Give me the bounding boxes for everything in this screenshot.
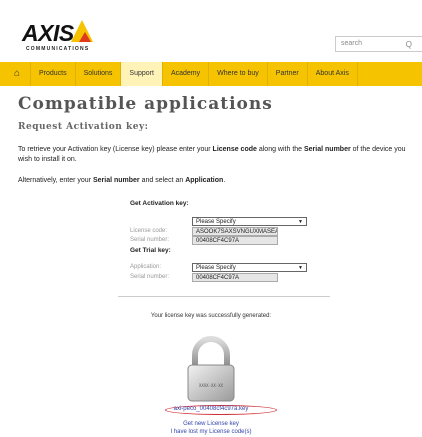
key-file-link[interactable]: axi-peco_00408cf4c97a.key [0,406,422,412]
application-label: Application: [130,264,162,270]
chevron-down-icon: ▼ [298,219,303,225]
para1-text-c: along with the [256,146,304,153]
nav-item-partner[interactable]: Partner [268,62,308,86]
header: AXIS COMMUNICATIONS search Q [0,0,422,64]
activation-heading: Get Activation key: [130,200,189,207]
nav-item-about-axis[interactable]: About Axis [308,62,358,86]
nav-item-solutions[interactable]: Solutions [76,62,122,86]
search-input[interactable]: search Q [335,36,422,52]
page-subtitle: Request Activation key: [18,122,149,132]
activation-select-value: Please Specify [196,219,236,225]
para1-text-a: To retrieve your Activation key (License… [18,146,213,153]
home-icon[interactable]: ⌂ [0,62,31,86]
success-message: Your license key was successfully genera… [150,313,272,319]
nav-item-products[interactable]: Products [31,62,76,86]
serial-number-field[interactable]: 00408CF4C97A [192,236,278,245]
logo-subtitle: COMMUNICATIONS [26,46,90,52]
main-nav: ⌂ Products Solutions Support Academy Whe… [0,62,422,86]
nav-item-academy[interactable]: Academy [163,62,210,86]
para2-text-e: . [223,177,226,184]
search-icon[interactable]: Q [406,40,412,49]
trial-serial-number-field[interactable]: 00408CF4C97A [192,273,278,282]
padlock-icon: XXXX-XX-XX [187,336,235,402]
chevron-down-icon: ▼ [298,265,303,271]
page: AXIS COMMUNICATIONS search Q ⌂ Products … [0,0,422,437]
para2-text-c: and select an [139,177,186,184]
para2-application: Application [185,177,224,184]
instructions-paragraph: To retrieve your Activation key (License… [18,145,418,165]
para2-text-a: Alternatively, enter your [18,177,93,184]
para1-serial-number: Serial number [304,146,351,153]
trial-heading: Get Trial key: [130,247,171,254]
logo-text: AXIS [22,20,74,46]
para2-serial-number: Serial number [92,177,140,184]
nav-item-where-to-buy[interactable]: Where to buy [209,62,268,86]
license-code-field[interactable]: ASOOK7SAXSVNGUXMASEA [192,227,278,236]
get-new-license-link[interactable]: Get new License key [0,421,422,427]
nav-item-support[interactable]: Support [121,62,163,86]
page-title: Compatible applications [18,94,273,114]
lost-license-link[interactable]: I have lost my License code(s) [0,429,422,435]
serial-number-label: Serial number: [130,237,170,243]
divider [118,296,330,297]
para1-license-code: License code [212,146,257,153]
application-select[interactable]: Please Specify ▼ [192,263,307,272]
logo-triangle-red-icon [79,32,91,42]
license-code-label: License code: [130,228,168,234]
application-select-value: Please Specify [196,265,236,271]
trial-serial-number-label: Serial number: [130,274,170,280]
activation-app-select[interactable]: Please Specify ▼ [192,217,307,226]
search-placeholder: search [341,40,363,47]
alternative-paragraph: Alternatively, enter your Serial number … [18,176,418,186]
padlock-code: XXXX-XX-XX [199,383,224,388]
